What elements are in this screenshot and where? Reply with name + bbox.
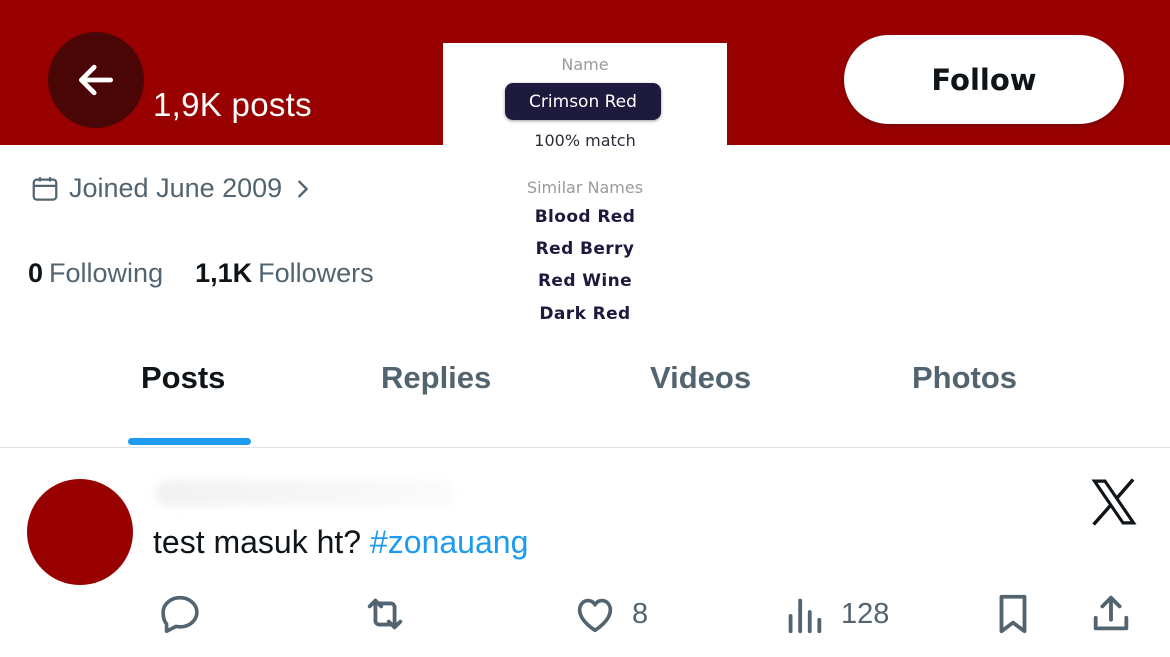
- reply-icon: [161, 595, 199, 634]
- tab-videos[interactable]: Videos: [650, 360, 751, 396]
- calendar-icon: [32, 176, 58, 201]
- like-count: 8: [632, 597, 649, 630]
- color-name-panel: Name Crimson Red 100% match Similar Name…: [443, 43, 727, 339]
- following-label: Following: [49, 258, 164, 288]
- heart-icon: [577, 598, 613, 633]
- view-count: 128: [841, 597, 890, 630]
- blurred-author-name: [155, 480, 455, 506]
- joined-date-row[interactable]: Joined June 2009: [30, 173, 314, 204]
- avatar[interactable]: [27, 479, 133, 585]
- share-button[interactable]: [1088, 591, 1134, 637]
- share-icon: [1093, 595, 1129, 631]
- bookmark-button[interactable]: [990, 591, 1036, 637]
- hashtag-link[interactable]: #zonauang: [370, 524, 528, 560]
- views-button[interactable]: 128: [781, 591, 889, 637]
- back-button[interactable]: [48, 32, 144, 128]
- color-match: 100% match: [534, 131, 636, 150]
- followers-label: Followers: [258, 258, 374, 288]
- active-tab-indicator: [128, 438, 251, 445]
- reply-button[interactable]: [157, 591, 203, 637]
- similar-name-item: Red Berry: [535, 239, 635, 259]
- similar-name-item: Red Wine: [537, 271, 633, 291]
- tab-posts[interactable]: Posts: [141, 360, 225, 396]
- following-link[interactable]: 0 Following: [28, 258, 163, 289]
- follow-button[interactable]: Follow: [844, 35, 1124, 124]
- joined-date: Joined June 2009: [69, 173, 283, 203]
- like-button[interactable]: 8: [572, 591, 648, 637]
- followers-link[interactable]: 1,1K Followers: [195, 258, 374, 289]
- x-logo-icon: [1091, 478, 1137, 526]
- similar-names-label: Similar Names: [526, 178, 644, 197]
- color-name-label: Name: [561, 55, 609, 74]
- posts-count: 1,9K posts: [153, 86, 312, 123]
- repost-icon: [367, 598, 403, 630]
- tab-photos[interactable]: Photos: [912, 360, 1017, 396]
- post-body: test masuk ht?: [153, 524, 370, 560]
- color-name-pill: Crimson Red: [505, 83, 661, 120]
- repost-button[interactable]: [362, 591, 408, 637]
- profile-tabs: Posts Replies Videos Photos: [0, 340, 1170, 448]
- chevron-right-icon: [298, 179, 309, 198]
- follow-stats: 0 Following 1,1K Followers: [28, 258, 406, 289]
- followers-count: 1,1K: [195, 258, 253, 288]
- similar-name-item: Blood Red: [534, 207, 636, 227]
- similar-name-item: Dark Red: [539, 304, 631, 324]
- back-arrow-icon: [78, 64, 114, 96]
- tab-replies[interactable]: Replies: [381, 360, 491, 396]
- analytics-icon: [788, 598, 822, 634]
- post-text: test masuk ht? #zonauang: [153, 524, 528, 561]
- bookmark-icon: [999, 594, 1027, 634]
- following-count: 0: [28, 258, 44, 288]
